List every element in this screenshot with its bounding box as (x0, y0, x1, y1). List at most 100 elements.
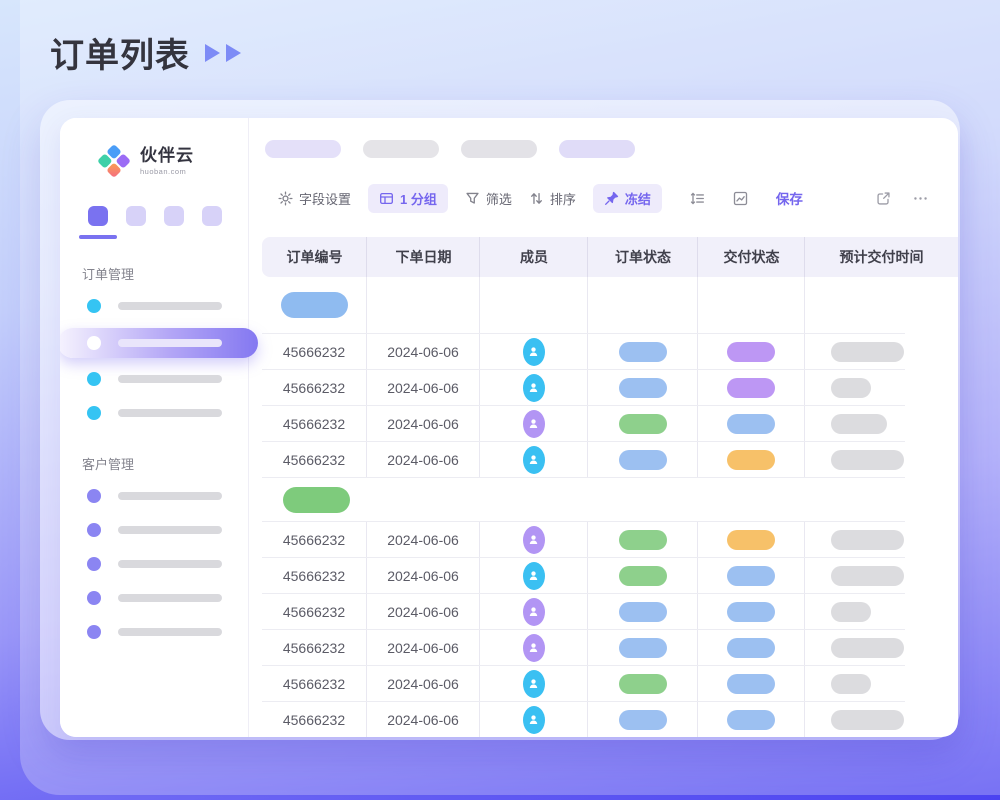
table-row[interactable]: 456662322024-06-06 (262, 334, 905, 370)
sort-button[interactable]: 排序 (529, 189, 576, 208)
freeze-button[interactable]: 冻结 (593, 184, 662, 213)
cell-delivery-status (698, 558, 805, 593)
page-header: 订单列表 (50, 28, 246, 77)
save-button[interactable]: 保存 (776, 188, 803, 208)
table-row[interactable]: 456662322024-06-06 (262, 594, 905, 630)
sidebar-item-label-placeholder (118, 560, 222, 568)
group-header-row[interactable] (262, 478, 905, 522)
topbar-pill[interactable] (461, 140, 537, 158)
column-header-order-number[interactable]: 订单编号 (262, 237, 367, 277)
column-header-member[interactable]: 成员 (480, 237, 588, 277)
sidebar-tab[interactable] (164, 206, 184, 226)
sidebar-tab[interactable] (126, 206, 146, 226)
sidebar-item[interactable] (60, 481, 248, 512)
cell-order-status (588, 334, 698, 369)
filter-button[interactable]: 筛选 (465, 189, 512, 208)
cell-order-status (588, 406, 698, 441)
cell-member (480, 442, 588, 477)
cell-order-status (588, 666, 698, 701)
member-avatar-icon (523, 670, 545, 698)
page-title: 订单列表 (50, 28, 190, 77)
sidebar-item-label-placeholder (118, 526, 222, 534)
order-status-pill (619, 638, 667, 658)
sidebar-tab[interactable] (88, 206, 108, 226)
sidebar-item-dot (87, 489, 101, 503)
cell-estimated-delivery-time (805, 442, 905, 477)
sidebar-item[interactable] (60, 328, 258, 358)
sidebar-item-label-placeholder (118, 339, 222, 347)
eta-pill (831, 450, 904, 470)
cell-delivery-status (698, 442, 805, 477)
column-header-order-status[interactable]: 订单状态 (588, 237, 698, 277)
funnel-icon (465, 191, 480, 206)
cell-estimated-delivery-time (805, 334, 905, 369)
table-row[interactable]: 456662322024-06-06 (262, 370, 905, 406)
cell-order-date: 2024-06-06 (367, 370, 480, 405)
sidebar-item[interactable] (60, 291, 248, 322)
sidebar-tabs (88, 206, 248, 226)
table-row[interactable]: 456662322024-06-06 (262, 630, 905, 666)
cell-member (480, 702, 588, 737)
sort-label: 排序 (550, 189, 576, 208)
topbar-pill[interactable] (265, 140, 341, 158)
topbar-pill[interactable] (559, 140, 635, 158)
group-button[interactable]: 1 分组 (368, 184, 448, 213)
eta-pill (831, 638, 904, 658)
cell-delivery-status (698, 370, 805, 405)
brand-text: 伙伴云 huoban.com (140, 147, 194, 176)
sidebar-item[interactable] (60, 549, 248, 580)
chart-icon[interactable] (733, 191, 748, 206)
sidebar-item[interactable] (60, 583, 248, 614)
delivery-status-pill (727, 566, 775, 586)
group-cell (698, 277, 805, 333)
column-header-delivery-status[interactable]: 交付状态 (698, 237, 805, 277)
delivery-status-pill (727, 710, 775, 730)
eta-pill (831, 530, 904, 550)
topbar-pill[interactable] (363, 140, 439, 158)
field-settings-button[interactable]: 字段设置 (278, 189, 351, 208)
more-icon[interactable] (913, 191, 928, 206)
table-row[interactable]: 456662322024-06-06 (262, 666, 905, 702)
rows-icon[interactable] (690, 191, 705, 206)
eta-pill (831, 710, 904, 730)
sidebar-tab[interactable] (202, 206, 222, 226)
table-row[interactable]: 456662322024-06-06 (262, 406, 905, 442)
table-row[interactable]: 456662322024-06-06 (262, 442, 905, 478)
table-row[interactable]: 456662322024-06-06 (262, 558, 905, 594)
toolbar-right (876, 191, 928, 206)
sidebar-sections: 订单管理客户管理 (60, 264, 248, 648)
cell-delivery-status (698, 406, 805, 441)
grid-icon (379, 191, 394, 206)
group-cell (805, 277, 905, 333)
sidebar-item[interactable] (60, 617, 248, 648)
table-row[interactable]: 456662322024-06-06 (262, 522, 905, 558)
cell-order-date: 2024-06-06 (367, 630, 480, 665)
table-body: 456662322024-06-06456662322024-06-064566… (262, 277, 905, 737)
sidebar-item-label-placeholder (118, 409, 222, 417)
brand-logo-icon (97, 144, 131, 178)
cell-order-date: 2024-06-06 (367, 406, 480, 441)
group-cell (367, 277, 480, 333)
group-header-row[interactable] (262, 277, 905, 334)
share-icon[interactable] (876, 191, 891, 206)
sidebar-item-label-placeholder (118, 594, 222, 602)
sidebar-item[interactable] (60, 364, 248, 395)
sidebar-item[interactable] (60, 398, 248, 429)
member-avatar-icon (523, 526, 545, 554)
eta-pill (831, 566, 904, 586)
cell-estimated-delivery-time (805, 702, 905, 737)
delivery-status-pill (727, 414, 775, 434)
delivery-status-pill (727, 342, 775, 362)
order-status-pill (619, 450, 667, 470)
column-header-order-date[interactable]: 下单日期 (367, 237, 480, 277)
sidebar-item-dot (87, 372, 101, 386)
cell-estimated-delivery-time (805, 370, 905, 405)
member-avatar-icon (523, 598, 545, 626)
table-row[interactable]: 456662322024-06-06 (262, 702, 905, 737)
sidebar-item[interactable] (60, 515, 248, 546)
column-header-estimated-delivery-time[interactable]: 预计交付时间 (805, 237, 958, 277)
cell-order-date: 2024-06-06 (367, 442, 480, 477)
cell-estimated-delivery-time (805, 522, 905, 557)
cell-order-date: 2024-06-06 (367, 666, 480, 701)
table-header-row: 订单编号下单日期成员订单状态交付状态预计交付时间 (262, 237, 958, 277)
